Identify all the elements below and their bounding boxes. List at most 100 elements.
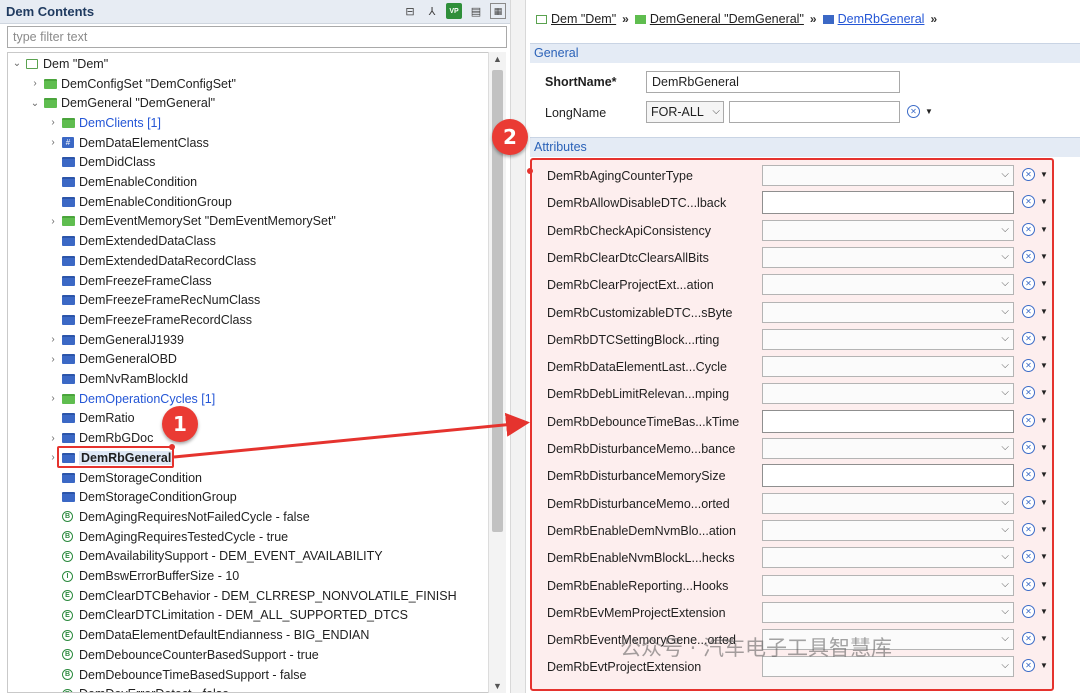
tree-item[interactable]: DemNvRamBlockId: [8, 369, 488, 389]
tree-item[interactable]: › DemEventMemorySet "DemEventMemorySet": [8, 212, 488, 232]
tree-item[interactable]: DemDidClass: [8, 153, 488, 173]
clear-value-icon[interactable]: ✕: [1022, 441, 1035, 454]
clear-value-icon[interactable]: ✕: [1022, 249, 1035, 263]
clear-value-icon[interactable]: ✕: [1022, 195, 1035, 209]
dropdown-arrow-icon[interactable]: ▼: [1040, 634, 1048, 643]
language-select[interactable]: FOR-ALL ⌵: [646, 101, 724, 123]
tree-item[interactable]: DemFreezeFrameRecNumClass: [8, 290, 488, 310]
dropdown-arrow-icon[interactable]: ▼: [1040, 307, 1048, 316]
clear-value-icon[interactable]: ✕: [1022, 222, 1035, 236]
attribute-combo[interactable]: ⌵: [762, 301, 1014, 323]
link-editor-icon[interactable]: ⅄: [424, 3, 440, 19]
tree-item[interactable]: DemFreezeFrameRecordClass: [8, 310, 488, 330]
tree-item[interactable]: I DemBswErrorBufferSize - 10: [8, 566, 488, 586]
general-section-header[interactable]: General: [530, 43, 1080, 63]
view-menu-icon[interactable]: ▦: [490, 3, 506, 19]
clear-value-icon[interactable]: ✕: [1022, 550, 1035, 564]
clear-value-icon[interactable]: ✕: [1022, 468, 1035, 482]
attribute-combo[interactable]: ⌵: [762, 438, 1014, 459]
attribute-combo[interactable]: ⌵: [762, 328, 1014, 350]
expand-chevron-icon[interactable]: ⌄: [12, 58, 22, 69]
dropdown-arrow-icon[interactable]: ▼: [1040, 225, 1048, 234]
dropdown-arrow-icon[interactable]: ▼: [1040, 334, 1048, 343]
tree-item[interactable]: E DemClearDTCLimitation - DEM_ALL_SUPPORT…: [8, 606, 488, 626]
breadcrumb-separator-icon[interactable]: »: [930, 12, 937, 26]
dropdown-arrow-icon[interactable]: ▼: [1040, 443, 1048, 452]
dropdown-arrow-icon[interactable]: ▼: [1040, 279, 1048, 288]
dropdown-arrow-icon[interactable]: ▼: [925, 107, 933, 116]
tree-item[interactable]: B DemAgingRequiresNotFailedCycle - false: [8, 507, 488, 527]
breadcrumb-separator-icon[interactable]: »: [622, 12, 629, 26]
tree-item[interactable]: E DemClearDTCBehavior - DEM_CLRRESP_NONVO…: [8, 586, 488, 606]
clear-value-icon[interactable]: ✕: [1022, 659, 1035, 673]
expand-chevron-icon[interactable]: ⌄: [30, 98, 40, 109]
dropdown-arrow-icon[interactable]: ▼: [1040, 607, 1048, 616]
document-icon[interactable]: ▤: [468, 3, 484, 19]
clear-value-icon[interactable]: ✕: [1022, 577, 1035, 591]
attributes-section-header[interactable]: Attributes: [530, 137, 1080, 157]
attribute-text-field[interactable]: [762, 464, 1014, 488]
clear-value-icon[interactable]: ✕: [1022, 495, 1035, 509]
tree-item[interactable]: DemRatio: [8, 409, 488, 429]
collapse-chevron-icon[interactable]: ›: [30, 78, 40, 89]
tree-item[interactable]: DemStorageConditionGroup: [8, 487, 488, 507]
attribute-combo[interactable]: ⌵: [762, 246, 1014, 268]
tree-item[interactable]: › # DemDataElementClass: [8, 133, 488, 153]
tree-item[interactable]: › DemConfigSet "DemConfigSet": [8, 74, 488, 94]
attribute-combo[interactable]: ⌵: [762, 547, 1014, 569]
clear-value-icon[interactable]: ✕: [1022, 331, 1035, 345]
attribute-combo[interactable]: ⌵: [762, 519, 1014, 541]
tree-item[interactable]: ⌄ Dem "Dem": [8, 54, 488, 74]
attribute-combo[interactable]: ⌵: [762, 574, 1014, 596]
tree-item[interactable]: DemStorageCondition: [8, 468, 488, 488]
dropdown-arrow-icon[interactable]: ▼: [1040, 416, 1048, 425]
tree-item[interactable]: B DemDevErrorDetect - false: [8, 684, 488, 692]
attribute-combo[interactable]: ⌵: [762, 383, 1014, 405]
clear-value-icon[interactable]: ✕: [1022, 632, 1035, 646]
tree-item[interactable]: B DemAgingRequiresTestedCycle - true: [8, 527, 488, 547]
attribute-combo[interactable]: ⌵: [762, 601, 1014, 623]
attribute-text-field[interactable]: [762, 191, 1014, 215]
collapse-chevron-icon[interactable]: ›: [48, 216, 58, 227]
clear-value-icon[interactable]: ✕: [1022, 386, 1035, 400]
shortname-field[interactable]: DemRbGeneral: [646, 71, 900, 93]
clear-value-icon[interactable]: ✕: [1022, 522, 1035, 536]
tree-item[interactable]: › DemClients [1]: [8, 113, 488, 133]
dropdown-arrow-icon[interactable]: ▼: [1040, 498, 1048, 507]
tree-item[interactable]: DemEnableCondition: [8, 172, 488, 192]
clear-value-icon[interactable]: ✕: [1022, 604, 1035, 618]
dropdown-arrow-icon[interactable]: ▼: [1040, 552, 1048, 561]
breadcrumb-item[interactable]: DemRbGeneral: [822, 12, 924, 26]
clear-value-icon[interactable]: ✕: [907, 105, 920, 118]
attribute-combo[interactable]: ⌵: [762, 274, 1014, 296]
attribute-combo[interactable]: ⌵: [762, 356, 1014, 378]
collapse-chevron-icon[interactable]: ›: [48, 433, 58, 444]
pane-divider[interactable]: [510, 0, 526, 693]
filter-input[interactable]: type filter text: [7, 26, 507, 48]
dropdown-arrow-icon[interactable]: ▼: [1040, 525, 1048, 534]
attribute-combo[interactable]: ⌵: [762, 165, 1014, 186]
attribute-text-field[interactable]: [762, 409, 1014, 433]
collapse-chevron-icon[interactable]: ›: [48, 334, 58, 345]
scroll-up-icon[interactable]: ▲: [493, 54, 502, 64]
tree-item[interactable]: ⌄ DemGeneral "DemGeneral": [8, 93, 488, 113]
tree-item[interactable]: › DemGeneralOBD: [8, 350, 488, 370]
breadcrumb-item[interactable]: Dem "Dem": [536, 12, 616, 26]
dropdown-arrow-icon[interactable]: ▼: [1040, 170, 1048, 179]
clear-value-icon[interactable]: ✕: [1022, 359, 1035, 373]
collapse-all-icon[interactable]: ⊟: [402, 3, 418, 19]
tree-item[interactable]: B DemDebounceTimeBasedSupport - false: [8, 665, 488, 685]
tree-item[interactable]: › DemGeneralJ1939: [8, 330, 488, 350]
tree-item[interactable]: B DemDebounceCounterBasedSupport - true: [8, 645, 488, 665]
collapse-chevron-icon[interactable]: ›: [48, 393, 58, 404]
tree-item[interactable]: DemExtendedDataRecordClass: [8, 251, 488, 271]
dropdown-arrow-icon[interactable]: ▼: [1040, 580, 1048, 589]
attribute-combo[interactable]: ⌵: [762, 492, 1014, 514]
collapse-chevron-icon[interactable]: ›: [48, 354, 58, 365]
vp-filter-icon[interactable]: VP: [446, 3, 462, 19]
dropdown-arrow-icon[interactable]: ▼: [1040, 388, 1048, 397]
dropdown-arrow-icon[interactable]: ▼: [1040, 361, 1048, 370]
scroll-down-icon[interactable]: ▼: [493, 681, 502, 691]
tree-item[interactable]: › DemOperationCycles [1]: [8, 389, 488, 409]
tree-item[interactable]: DemEnableConditionGroup: [8, 192, 488, 212]
